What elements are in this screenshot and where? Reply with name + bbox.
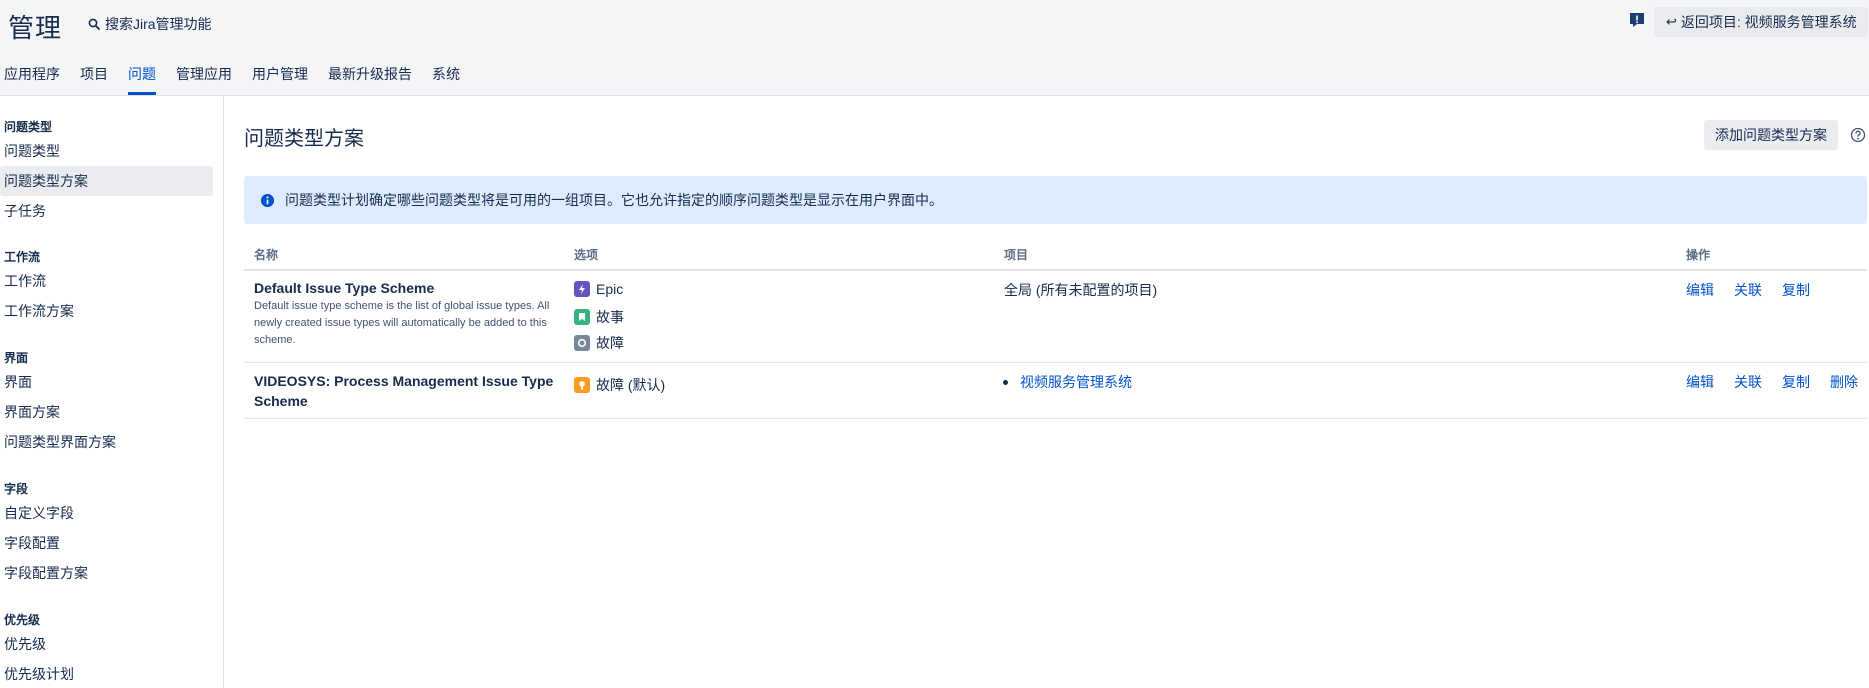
tab-user-management[interactable]: 用户管理 <box>252 64 308 95</box>
option-bug: 故障 <box>574 333 624 353</box>
back-button-label: 返回项目: 视频服务管理系统 <box>1680 14 1857 30</box>
feedback-icon[interactable] <box>1628 11 1646 29</box>
sidebar-item-issue-type-screen-schemes[interactable]: 问题类型界面方案 <box>0 427 213 457</box>
info-text: 问题类型计划确定哪些问题类型将是可用的一组项目。它也允许指定的顺序问题类型是显示… <box>285 192 943 208</box>
option-label: 故障 (默认) <box>596 377 666 393</box>
row-operations: 编辑 关联 复制 删除 <box>1686 372 1858 392</box>
bullet-icon <box>1003 379 1008 385</box>
sidebar-item-screen-schemes[interactable]: 界面方案 <box>0 397 213 427</box>
search-icon <box>88 18 100 30</box>
sidebar-group-priorities: 优先级 <box>4 613 41 627</box>
edit-link[interactable]: 编辑 <box>1686 280 1714 300</box>
associate-link[interactable]: 关联 <box>1734 280 1762 300</box>
sidebar-group-workflows: 工作流 <box>4 250 41 264</box>
epic-icon <box>574 281 590 297</box>
admin-tabs: 应用程序 项目 问题 管理应用 用户管理 最新升级报告 系统 <box>4 64 460 95</box>
copy-link[interactable]: 复制 <box>1782 280 1810 300</box>
project-link[interactable]: 视频服务管理系统 <box>1020 372 1132 392</box>
tab-manage-apps[interactable]: 管理应用 <box>176 64 232 95</box>
back-to-project-button[interactable]: ↩ 返回项目: 视频服务管理系统 <box>1654 7 1868 37</box>
app-title: 管理 <box>8 13 63 43</box>
column-header-name: 名称 <box>254 248 279 262</box>
add-issue-type-scheme-button[interactable]: 添加问题类型方案 <box>1704 120 1838 150</box>
info-message: 问题类型计划确定哪些问题类型将是可用的一组项目。它也允许指定的顺序问题类型是显示… <box>244 176 1867 224</box>
bug-icon <box>574 377 590 393</box>
tab-system[interactable]: 系统 <box>432 64 460 95</box>
tab-applications[interactable]: 应用程序 <box>4 64 60 95</box>
tab-issues[interactable]: 问题 <box>128 64 156 95</box>
associate-link[interactable]: 关联 <box>1734 372 1762 392</box>
sidebar-group-screens: 界面 <box>4 351 29 365</box>
sidebar-item-workflows[interactable]: 工作流 <box>0 266 213 296</box>
search-label: 搜索Jira管理功能 <box>105 16 212 32</box>
sidebar-item-field-configurations[interactable]: 字段配置 <box>0 528 213 558</box>
column-header-options: 选项 <box>574 248 599 262</box>
scheme-description: Default issue type scheme is the list of… <box>254 300 550 346</box>
edit-link[interactable]: 编辑 <box>1686 372 1714 392</box>
row-divider <box>244 418 1867 419</box>
row-divider <box>244 362 1867 363</box>
sidebar-item-custom-fields[interactable]: 自定义字段 <box>0 498 213 528</box>
sidebar-group-issue-types: 问题类型 <box>4 120 53 134</box>
page-title: 问题类型方案 <box>244 128 364 150</box>
option-label: 故障 <box>596 335 624 351</box>
tab-upgrade-report[interactable]: 最新升级报告 <box>328 64 412 95</box>
back-arrow-icon: ↩ <box>1666 14 1677 29</box>
story-icon <box>574 309 590 325</box>
sidebar-item-issue-types[interactable]: 问题类型 <box>0 136 213 166</box>
sidebar: 问题类型 问题类型 问题类型方案 子任务 工作流 工作流 工作流方案 界面 界面… <box>0 96 224 688</box>
project-list-item: 视频服务管理系统 <box>1003 372 1132 392</box>
sidebar-item-subtasks[interactable]: 子任务 <box>0 196 213 226</box>
sidebar-item-priorities[interactable]: 优先级 <box>0 629 213 659</box>
option-epic: Epic <box>574 281 623 297</box>
option-story: 故事 <box>574 307 624 327</box>
column-header-projects: 项目 <box>1004 248 1029 262</box>
info-icon <box>260 193 275 207</box>
sidebar-item-field-configuration-schemes[interactable]: 字段配置方案 <box>0 558 213 588</box>
scheme-name: Default Issue Type Scheme <box>254 280 435 296</box>
delete-link[interactable]: 删除 <box>1830 372 1858 392</box>
sidebar-item-screens[interactable]: 界面 <box>0 367 213 397</box>
sidebar-group-fields: 字段 <box>4 482 29 496</box>
sidebar-item-workflow-schemes[interactable]: 工作流方案 <box>0 296 213 326</box>
tab-projects[interactable]: 项目 <box>80 64 108 95</box>
option-label: Epic <box>596 281 624 297</box>
copy-link[interactable]: 复制 <box>1782 372 1810 392</box>
column-header-operations: 操作 <box>1686 248 1711 262</box>
admin-search[interactable]: 搜索Jira管理功能 <box>88 14 212 34</box>
top-header: 管理 搜索Jira管理功能 ↩ 返回项目: 视频服务管理系统 应用程序 项目 问… <box>0 0 1869 96</box>
row-operations: 编辑 关联 复制 <box>1686 280 1810 300</box>
table-header-divider <box>244 269 1867 271</box>
sidebar-item-priority-schemes[interactable]: 优先级计划 <box>0 659 213 688</box>
bug-icon <box>574 335 590 351</box>
scheme-name: VIDEOSYS: Process Management Issue Type … <box>254 373 554 409</box>
project-scope: 全局 (所有未配置的项目) <box>1004 282 1158 298</box>
help-icon[interactable] <box>1850 127 1866 143</box>
sidebar-item-issue-type-schemes[interactable]: 问题类型方案 <box>0 166 213 196</box>
option-bug-default: 故障 (默认) <box>574 375 665 395</box>
option-label: 故事 <box>596 309 624 325</box>
